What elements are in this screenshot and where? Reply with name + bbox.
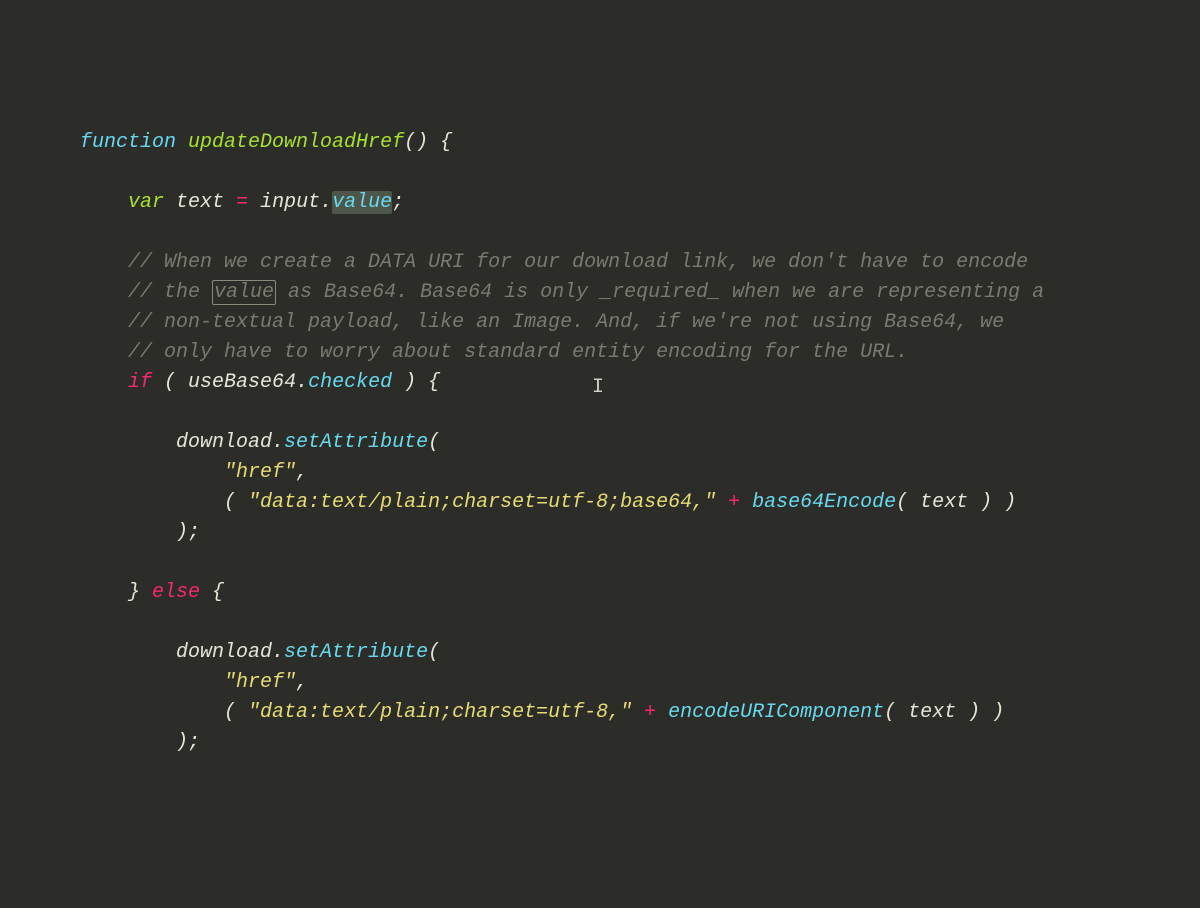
property-checked: checked [308, 371, 392, 394]
brace-open: () { [404, 131, 452, 154]
function-encodeURIComponent: encodeURIComponent [668, 701, 884, 724]
comma: , [296, 671, 308, 694]
brace-open: ) { [392, 371, 440, 394]
operator-plus: + [716, 491, 752, 514]
paren-close: ); [176, 521, 200, 544]
comment-line: // only have to worry about standard ent… [128, 341, 908, 364]
operator-plus: + [632, 701, 668, 724]
string-href: "href" [224, 671, 296, 694]
paren-open: ( [428, 641, 440, 664]
comment-line: // When we create a DATA URI for our dow… [128, 251, 1028, 274]
paren-open: ( [224, 491, 248, 514]
comment-line: // the [128, 281, 212, 304]
identifier-text: text [176, 191, 236, 214]
comment-line: as Base64. Base64 is only _required_ whe… [276, 281, 1044, 304]
method-setAttribute: setAttribute [284, 641, 428, 664]
semicolon: ; [392, 191, 404, 214]
keyword-else: else [152, 581, 200, 604]
identifier-download: download [176, 641, 272, 664]
identifier-download: download [176, 431, 272, 454]
comment-line: // non-textual payload, like an Image. A… [128, 311, 1004, 334]
brace-close: } [128, 581, 152, 604]
brace-open: { [200, 581, 224, 604]
function-base64Encode: base64Encode [752, 491, 896, 514]
text-cursor-icon: I [592, 373, 604, 403]
string-href: "href" [224, 461, 296, 484]
code-editor[interactable]: function updateDownloadHref() { var text… [80, 128, 1200, 758]
paren-close: ( text ) ) [884, 701, 1004, 724]
string-data-uri: "data:text/plain;charset=utf-8," [248, 701, 632, 724]
property-value-selected: value [332, 191, 392, 214]
paren-close: ( text ) ) [896, 491, 1016, 514]
keyword-var: var [128, 191, 164, 214]
method-setAttribute: setAttribute [284, 431, 428, 454]
identifier-useBase64: useBase64 [188, 371, 296, 394]
string-data-uri-base64: "data:text/plain;charset=utf-8;base64," [248, 491, 716, 514]
operator-equals: = [236, 191, 248, 214]
paren-open: ( [224, 701, 248, 724]
keyword-if: if [128, 371, 152, 394]
search-match-box: value [212, 280, 276, 305]
paren-close: ); [176, 731, 200, 754]
identifier-input: input [248, 191, 320, 214]
function-name: updateDownloadHref [188, 131, 404, 154]
comma: , [296, 461, 308, 484]
paren-open: ( [428, 431, 440, 454]
keyword-function: function [80, 131, 176, 154]
